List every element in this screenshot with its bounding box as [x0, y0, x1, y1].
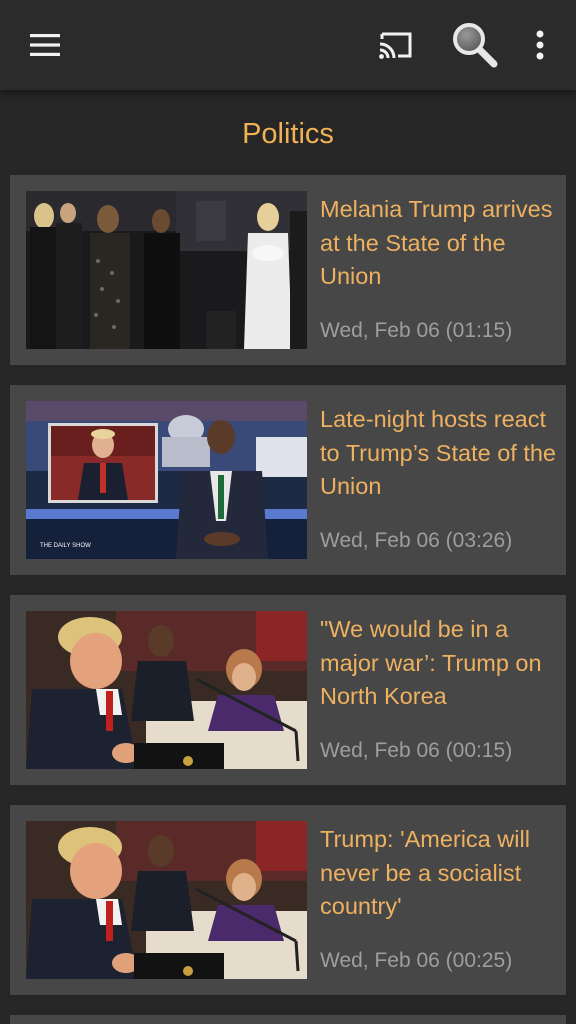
article-card[interactable]: "We would be in a major war’: Trump on N…: [10, 595, 566, 785]
article-title: Late-night hosts react to Trump’s State …: [320, 406, 556, 499]
thumbnail-image: [26, 191, 307, 349]
article-thumbnail: [26, 611, 307, 769]
thumbnail-caption: THE DAILY SHOW: [40, 543, 91, 549]
article-title: "We would be in a major war’: Trump on N…: [320, 616, 542, 709]
article-card[interactable]: Trump: 'America will never be a socialis…: [10, 805, 566, 995]
article-thumbnail: THE DAILY SHOW: [26, 401, 307, 559]
article-date: Wed, Feb 06 (03:26): [320, 529, 513, 552]
search-icon: [453, 23, 498, 68]
article-card-partial[interactable]: [10, 1015, 566, 1024]
cast-button[interactable]: [372, 24, 420, 66]
thumbnail-image: THE DAILY SHOW: [26, 401, 307, 559]
article-thumbnail: [26, 821, 307, 979]
article-thumbnail: [26, 191, 307, 349]
article-card[interactable]: THE DAILY SHOW Late-night hosts react to…: [10, 385, 566, 575]
article-card[interactable]: Melania Trump arrives at the State of th…: [10, 175, 566, 365]
top-toolbar: [0, 0, 576, 90]
app-screen: Politics Melania Trump arrives at the St…: [0, 0, 576, 1024]
article-date: Wed, Feb 06 (00:15): [320, 739, 513, 762]
thumbnail-image: [26, 821, 307, 979]
article-title: Trump: 'America will never be a socialis…: [320, 826, 530, 919]
article-date: Wed, Feb 06 (00:25): [320, 949, 513, 972]
article-title: Melania Trump arrives at the State of th…: [320, 196, 553, 289]
thumbnail-image: [26, 611, 307, 769]
more-options-button[interactable]: [522, 24, 558, 66]
cast-icon: [379, 32, 412, 59]
menu-button[interactable]: [20, 24, 70, 66]
search-button[interactable]: [446, 18, 502, 70]
menu-icon: [30, 34, 60, 56]
more-vert-icon: [536, 30, 544, 60]
article-date: Wed, Feb 06 (01:15): [320, 319, 513, 342]
section-title: Politics: [242, 118, 334, 150]
